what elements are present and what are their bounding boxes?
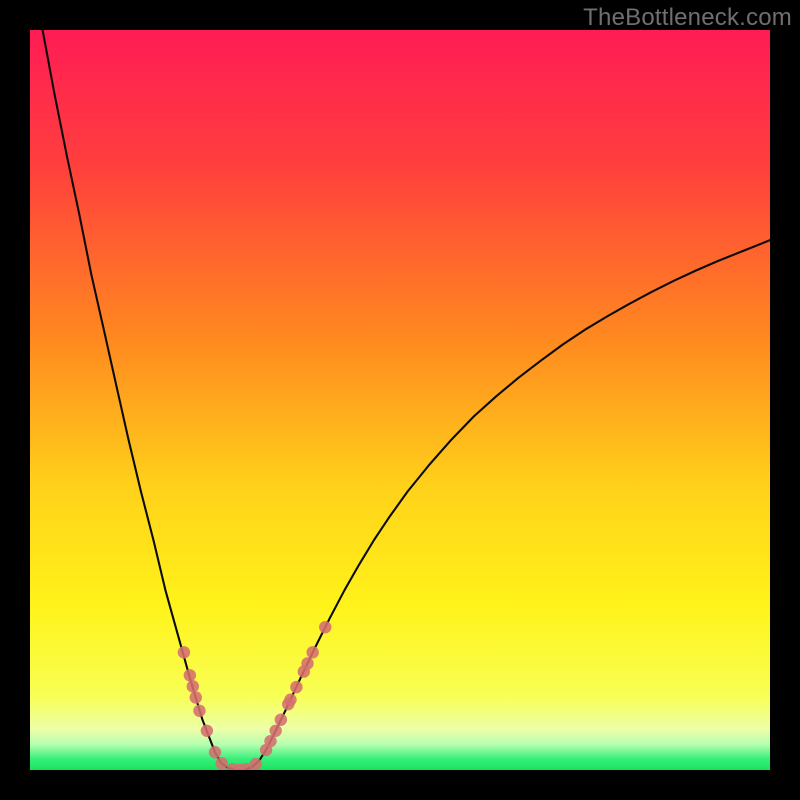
scatter-dot: [209, 746, 221, 758]
curve-layer: [30, 30, 770, 770]
scatter-dot: [215, 757, 227, 769]
scatter-dot: [193, 705, 205, 717]
scatter-dot: [250, 758, 262, 770]
scatter-dot: [306, 646, 318, 658]
scatter-dot: [319, 621, 331, 633]
scatter-dot: [290, 681, 302, 693]
scatter-dot: [201, 725, 213, 737]
chart-stage: TheBottleneck.com: [0, 0, 800, 800]
scatter-dot: [301, 657, 313, 669]
watermark-text: TheBottleneck.com: [583, 4, 792, 32]
bottleneck-curve: [30, 30, 770, 770]
scatter-dot: [269, 725, 281, 737]
scatter-dot: [184, 669, 196, 681]
scatter-dot: [190, 691, 202, 703]
plot-area: [30, 30, 770, 770]
scatter-dot: [275, 713, 287, 725]
scatter-points: [178, 621, 332, 770]
scatter-dot: [178, 646, 190, 658]
scatter-dot: [187, 680, 199, 692]
scatter-dot: [284, 694, 296, 706]
